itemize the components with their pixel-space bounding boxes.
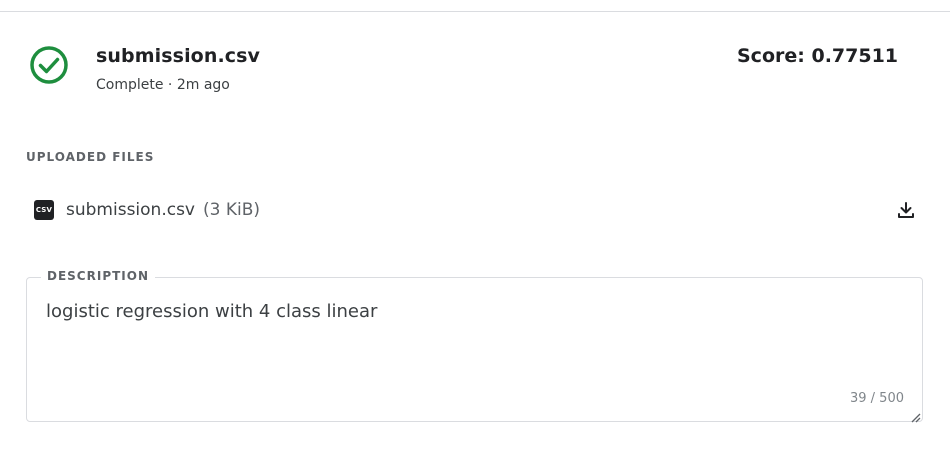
download-icon xyxy=(898,202,914,218)
character-count: 39 / 500 xyxy=(850,391,904,406)
description-label: DESCRIPTION xyxy=(41,269,156,283)
description-field[interactable]: DESCRIPTION logistic regression with 4 c… xyxy=(26,269,923,423)
top-divider xyxy=(0,11,950,12)
resize-handle-icon[interactable] xyxy=(909,408,921,423)
submission-status-meta: Complete · 2m ago xyxy=(96,77,230,93)
check-circle-icon xyxy=(29,45,69,85)
file-name: submission.csv xyxy=(66,200,195,220)
submission-filename: submission.csv xyxy=(96,45,261,67)
uploaded-files-heading: UPLOADED FILES xyxy=(26,150,155,164)
submission-score: Score: 0.77511 xyxy=(737,45,899,67)
description-text[interactable]: logistic regression with 4 class linear xyxy=(46,301,377,322)
file-size: (3 KiB) xyxy=(203,200,261,220)
file-row: CSV submission.csv (3 KiB) xyxy=(26,192,924,228)
csv-file-icon: CSV xyxy=(34,200,54,220)
download-button[interactable] xyxy=(894,198,918,222)
